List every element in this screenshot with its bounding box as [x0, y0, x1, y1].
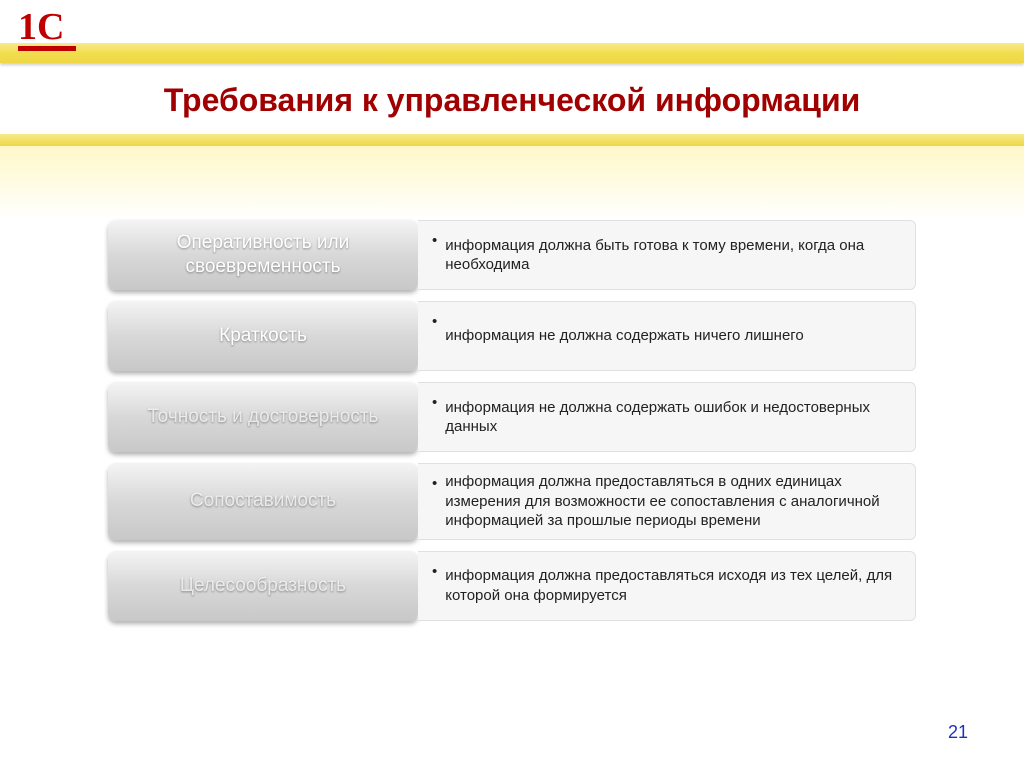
bullet-icon: • [432, 474, 437, 494]
requirement-desc-text: информация не должна содержать ошибок и … [445, 398, 897, 437]
requirement-desc: • информация должна предоставляться в од… [418, 463, 916, 540]
requirement-row: Сопоставимость • информация должна предо… [108, 463, 916, 540]
bullet-icon: • [432, 562, 437, 582]
requirement-row: Точность и достоверность • информация не… [108, 382, 916, 452]
bullet-icon: • [432, 312, 437, 332]
requirement-label: Целесообразность [108, 551, 418, 621]
page-number: 21 [948, 722, 968, 743]
requirement-label: Оперативность или своевременность [108, 220, 418, 290]
bullet-icon: • [432, 231, 437, 251]
requirement-desc-text: информация должна предоставляться в одни… [445, 472, 897, 531]
requirement-desc: • информация не должна содержать ничего … [418, 301, 916, 371]
requirement-label: Сопоставимость [108, 463, 418, 540]
requirement-desc: • информация не должна содержать ошибок … [418, 382, 916, 452]
requirement-row: Краткость • информация не должна содержа… [108, 301, 916, 371]
requirement-desc-text: информация должна предоставляться исходя… [445, 566, 897, 605]
mid-band [0, 134, 1024, 146]
requirement-desc-text: информация должна быть готова к тому вре… [445, 236, 897, 275]
gradient-fade [0, 146, 1024, 220]
requirement-desc-text: информация не должна содержать ничего ли… [445, 326, 804, 346]
top-band [0, 43, 1024, 63]
requirement-label: Краткость [108, 301, 418, 371]
slide-title: Требования к управленческой информации [0, 82, 1024, 119]
logo: 1С [18, 5, 64, 49]
requirement-desc: • информация должна предоставляться исхо… [418, 551, 916, 621]
requirement-label: Точность и достоверность [108, 382, 418, 452]
requirement-desc: • информация должна быть готова к тому в… [418, 220, 916, 290]
requirement-row: Оперативность или своевременность • инфо… [108, 220, 916, 290]
requirement-row: Целесообразность • информация должна пре… [108, 551, 916, 621]
bullet-icon: • [432, 393, 437, 413]
logo-underline [18, 46, 76, 51]
content-area: Оперативность или своевременность • инфо… [108, 220, 916, 632]
